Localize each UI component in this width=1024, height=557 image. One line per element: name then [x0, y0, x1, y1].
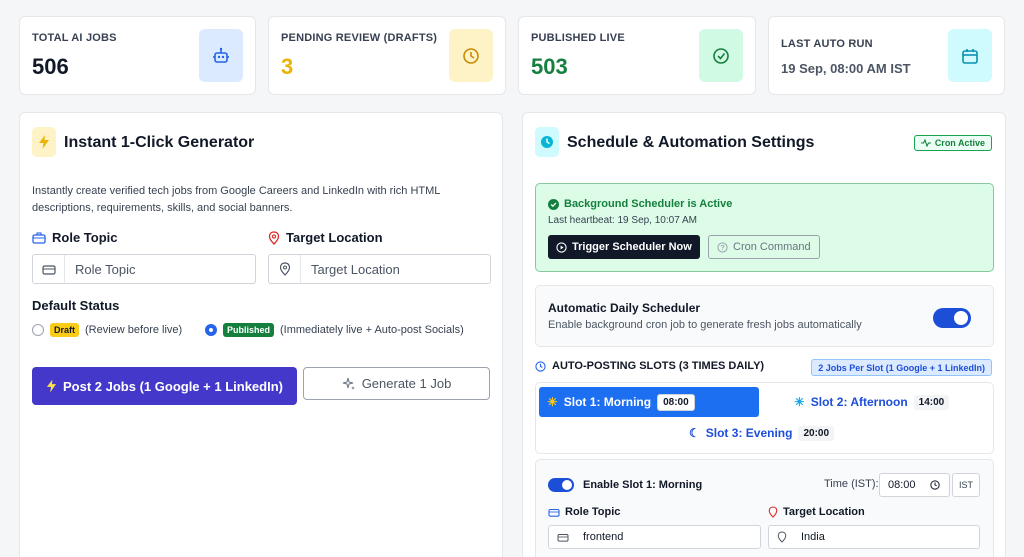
clock-icon	[929, 480, 940, 490]
stat-card-pending: PENDING REVIEW (DRAFTS) 3	[268, 16, 506, 95]
published-description: (Immediately live + Auto-post Socials)	[280, 324, 464, 336]
slot-location-input[interactable]: India	[768, 525, 980, 549]
generator-title: Instant 1-Click Generator	[64, 134, 255, 151]
schedule-panel: Schedule & Automation Settings Cron Acti…	[522, 112, 1006, 557]
briefcase-icon	[548, 508, 560, 517]
slot-time: 08:00	[657, 393, 695, 411]
auto-scheduler-description: Enable background cron job to generate f…	[548, 319, 862, 331]
location-pin-icon	[768, 506, 778, 518]
stat-card-total: TOTAL AI JOBS 506	[19, 16, 256, 95]
stat-value: 3	[281, 54, 294, 79]
moon-icon: ☾	[689, 426, 700, 440]
default-status-label: Default Status	[32, 298, 120, 313]
briefcase-icon	[32, 231, 46, 244]
location-pin-icon	[268, 230, 280, 245]
stat-value: 506	[32, 54, 69, 79]
generate-job-button[interactable]: Generate 1 Job	[303, 367, 490, 400]
briefcase-icon	[33, 255, 65, 283]
slot-time-input[interactable]: 08:00	[879, 473, 950, 497]
slots-selector: ☀ Slot 1: Morning 08:00 ☀ Slot 2: Aftern…	[535, 382, 994, 454]
slot-tab-afternoon[interactable]: ☀ Slot 2: Afternoon 14:00	[786, 387, 957, 417]
target-location-label: Target Location	[268, 230, 383, 245]
role-topic-field[interactable]	[32, 254, 256, 284]
sun-icon: ☀	[547, 395, 558, 409]
auto-scheduler-box: Automatic Daily Scheduler Enable backgro…	[535, 285, 994, 347]
scheduler-status-title: Background Scheduler is Active	[548, 198, 732, 210]
activity-icon	[920, 139, 931, 147]
stat-value: 19 Sep, 08:00 AM IST	[781, 61, 911, 76]
cron-status-badge: Cron Active	[913, 135, 992, 151]
stat-card-published: PUBLISHED LIVE 503	[518, 16, 756, 95]
lightning-icon	[32, 127, 56, 157]
draft-tag: Draft	[50, 323, 80, 337]
slot-tab-morning[interactable]: ☀ Slot 1: Morning 08:00	[539, 387, 759, 417]
radio-button[interactable]	[205, 324, 217, 336]
target-location-input[interactable]	[301, 261, 451, 277]
check-circle-icon	[699, 29, 743, 82]
stat-value: 503	[531, 54, 568, 79]
generator-panel: Instant 1-Click Generator Instantly crea…	[19, 112, 503, 557]
target-location-field[interactable]	[268, 254, 491, 284]
stat-label: LAST AUTO RUN	[781, 38, 873, 50]
stat-label: PENDING REVIEW (DRAFTS)	[281, 32, 438, 44]
clock-icon	[535, 127, 559, 157]
slot-enable-toggle[interactable]	[548, 478, 574, 492]
auto-scheduler-title: Automatic Daily Scheduler	[548, 301, 701, 315]
time-label: Time (IST):	[824, 478, 879, 490]
calendar-icon	[948, 29, 992, 82]
role-topic-input[interactable]	[65, 261, 215, 277]
play-circle-icon	[556, 241, 567, 253]
check-circle-icon	[548, 198, 559, 210]
slot-role-label: Role Topic	[548, 506, 620, 518]
scheduler-status-box: Background Scheduler is Active Last hear…	[535, 183, 994, 272]
slot-detail-box: Enable Slot 1: Morning Time (IST): 08:00…	[535, 459, 994, 557]
published-tag: Published	[223, 323, 275, 337]
lightning-icon	[46, 379, 57, 393]
slot-role-input[interactable]: frontend	[548, 525, 761, 549]
slot-tab-evening[interactable]: ☾ Slot 3: Evening 20:00	[681, 418, 842, 448]
location-pin-icon	[269, 255, 301, 283]
cron-command-button[interactable]: Cron Command	[708, 235, 820, 259]
slot-time: 20:00	[798, 425, 835, 441]
sun-icon: ☀	[794, 395, 805, 409]
clock-icon	[535, 360, 546, 372]
schedule-title: Schedule & Automation Settings	[567, 134, 815, 151]
auto-scheduler-toggle[interactable]	[933, 308, 971, 328]
sparkle-icon	[342, 377, 355, 390]
stat-label: PUBLISHED LIVE	[531, 32, 625, 44]
robot-icon	[199, 29, 243, 82]
trigger-scheduler-button[interactable]: Trigger Scheduler Now	[548, 235, 700, 259]
status-option-published[interactable]: Published (Immediately live + Auto-post …	[205, 323, 464, 337]
slot-time: 14:00	[913, 394, 950, 410]
post-jobs-button[interactable]: Post 2 Jobs (1 Google + 1 LinkedIn)	[32, 367, 297, 405]
heartbeat-text: Last heartbeat: 19 Sep, 10:07 AM	[548, 215, 697, 226]
stat-card-last-run: LAST AUTO RUN 19 Sep, 08:00 AM IST	[768, 16, 1005, 95]
timezone-badge: IST	[952, 473, 980, 497]
jobs-per-slot-badge: 2 Jobs Per Slot (1 Google + 1 LinkedIn)	[811, 359, 992, 376]
help-circle-icon	[717, 241, 728, 253]
generator-description: Instantly create verified tech jobs from…	[32, 185, 440, 214]
slots-header: AUTO-POSTING SLOTS (3 TIMES DAILY)	[535, 360, 764, 372]
status-option-draft[interactable]: Draft (Review before live)	[32, 323, 182, 337]
briefcase-icon	[557, 534, 569, 542]
location-pin-icon	[777, 531, 787, 543]
radio-button[interactable]	[32, 324, 44, 336]
slot-enable-label: Enable Slot 1: Morning	[583, 479, 703, 491]
role-topic-label: Role Topic	[32, 230, 117, 245]
stat-label: TOTAL AI JOBS	[32, 32, 117, 44]
slot-location-label: Target Location	[768, 506, 865, 518]
clock-icon	[449, 29, 493, 82]
draft-description: (Review before live)	[85, 324, 183, 336]
